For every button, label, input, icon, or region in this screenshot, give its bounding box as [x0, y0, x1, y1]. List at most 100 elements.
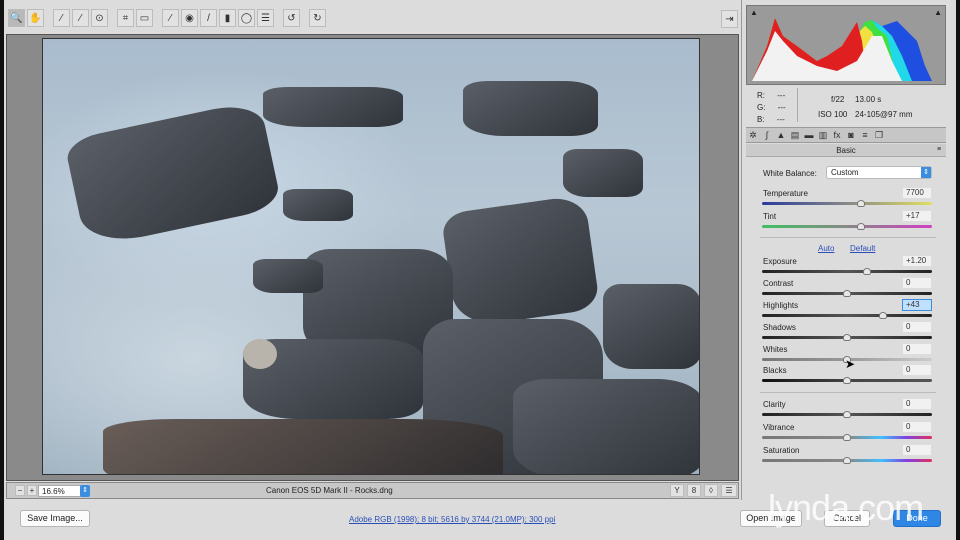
save-image-button[interactable]: Save Image... — [20, 510, 90, 527]
vibrance-slider-thumb[interactable] — [843, 434, 851, 441]
b-value: --- — [776, 115, 785, 124]
photo-preview[interactable] — [42, 38, 700, 475]
rotate-right-icon[interactable]: ↻ — [309, 9, 326, 27]
exposure-slider[interactable] — [762, 270, 932, 273]
crop-icon[interactable]: ⌗ — [117, 9, 134, 27]
lens: 24-105@97 mm — [855, 110, 913, 119]
workflow-options-link[interactable]: Adobe RGB (1998); 8 bit; 5616 by 3744 (2… — [349, 515, 555, 524]
temperature-label: Temperature — [763, 189, 808, 198]
saturation-value-field[interactable]: 0 — [902, 444, 932, 456]
white-balance-value: Custom — [831, 168, 859, 177]
zoom-in-button[interactable]: + — [27, 485, 37, 496]
contrast-slider-thumb[interactable] — [843, 290, 851, 297]
b-label: B: — [757, 115, 765, 124]
panel-menu-icon[interactable]: ≡ — [937, 146, 941, 153]
saturation-slider-thumb[interactable] — [843, 457, 851, 464]
fullscreen-button[interactable]: ⇥ — [721, 10, 738, 28]
split-toning-tab-icon[interactable]: ▬ — [802, 128, 816, 142]
straighten-icon[interactable]: ▭ — [136, 9, 153, 27]
highlight-clipping-icon[interactable]: ▲ — [934, 8, 942, 17]
tint-slider-thumb[interactable] — [856, 223, 865, 230]
highlights-value-field[interactable]: +43 — [902, 299, 932, 311]
highlights-slider-thumb[interactable] — [878, 312, 887, 319]
histogram: ▲ ▲ — [746, 5, 946, 85]
blacks-value-field[interactable]: 0 — [902, 364, 932, 376]
detail-tab-icon[interactable]: ▲ — [774, 128, 788, 142]
white-balance-label: White Balance: — [763, 169, 817, 178]
white-balance-select[interactable]: Custom ⇕ — [826, 166, 932, 179]
shadow-clipping-icon[interactable]: ▲ — [750, 8, 758, 17]
basic-tab-icon[interactable]: ✲ — [746, 128, 760, 142]
red-eye-icon[interactable]: ◉ — [181, 9, 198, 27]
default-link[interactable]: Default — [850, 244, 875, 253]
divider — [760, 237, 936, 238]
mouse-cursor-icon: ➤ — [845, 357, 856, 371]
shadows-value-field[interactable]: 0 — [902, 321, 932, 333]
targeted-adjustment-icon[interactable]: ⊙ — [91, 9, 108, 27]
vibrance-label: Vibrance — [763, 423, 795, 432]
exposure-label: Exposure — [763, 257, 797, 266]
auto-link[interactable]: Auto — [818, 244, 834, 253]
exposure-slider-thumb[interactable] — [863, 268, 872, 275]
preferences-icon[interactable]: ☰ — [257, 9, 274, 27]
tone-curve-tab-icon[interactable]: ∫ — [760, 128, 774, 142]
divider — [760, 392, 936, 393]
dropdown-arrow-icon: ⇕ — [921, 167, 931, 178]
zoom-icon[interactable]: 🔍 — [8, 9, 25, 27]
copy-settings-icon[interactable]: ◊ — [704, 484, 718, 497]
temperature-slider-thumb[interactable] — [856, 200, 865, 207]
whites-label: Whites — [763, 345, 788, 354]
graduated-filter-icon[interactable]: ▮ — [219, 9, 236, 27]
g-value: --- — [777, 103, 786, 112]
lens-corrections-tab-icon[interactable]: ▥ — [816, 128, 830, 142]
iso: ISO 100 — [818, 110, 848, 119]
swap-icon[interactable]: 8 — [687, 484, 701, 497]
presets-tab-icon[interactable]: ≡ — [858, 128, 872, 142]
clarity-slider-thumb[interactable] — [843, 411, 851, 418]
tint-slider[interactable] — [762, 225, 932, 228]
blacks-slider-thumb[interactable] — [843, 377, 851, 384]
r-label: R: — [757, 91, 765, 100]
radial-filter-icon[interactable]: ◯ — [238, 9, 255, 27]
shutter-speed: 13.00 s — [855, 95, 882, 104]
hand-icon[interactable]: ✋ — [27, 9, 44, 27]
rotate-left-icon[interactable]: ↺ — [283, 9, 300, 27]
zoom-out-button[interactable]: − — [15, 485, 25, 496]
temperature-slider[interactable] — [762, 202, 932, 205]
whites-value-field[interactable]: 0 — [902, 343, 932, 355]
spot-removal-icon[interactable]: ⁄ — [162, 9, 179, 27]
adjustment-brush-icon[interactable]: / — [200, 9, 217, 27]
before-after-icon[interactable]: Y — [670, 484, 684, 497]
blacks-label: Blacks — [763, 366, 787, 375]
panel-tabs: ✲ ∫ ▲ ▤ ▬ ▥ fx ◙ ≡ ❐ — [746, 127, 946, 143]
shadows-slider-thumb[interactable] — [843, 334, 851, 341]
panel-title: Basic — [746, 144, 946, 157]
color-sampler-icon[interactable]: ⁄ — [72, 9, 89, 27]
toolbar: 🔍 ✋ ⁄ ⁄ ⊙ ⌗ ▭ ⁄ ◉ / ▮ ◯ ☰ ↺ ↻ — [8, 9, 326, 29]
tint-value-field[interactable]: +17 — [902, 210, 932, 222]
vibrance-value-field[interactable]: 0 — [902, 421, 932, 433]
contrast-label: Contrast — [763, 279, 794, 288]
contrast-value-field[interactable]: 0 — [902, 277, 932, 289]
aperture: f/22 — [831, 95, 845, 104]
hsl-tab-icon[interactable]: ▤ — [788, 128, 802, 142]
g-label: G: — [757, 103, 766, 112]
shadows-label: Shadows — [763, 323, 796, 332]
zoom-dropdown-icon[interactable]: ⇕ — [80, 485, 90, 497]
toggle-settings-icon[interactable]: ☰ — [721, 484, 737, 497]
highlights-label: Highlights — [763, 301, 799, 310]
lynda-watermark: lynda.com — [768, 487, 924, 528]
white-balance-icon[interactable]: ⁄ — [53, 9, 70, 27]
zoom-level-field[interactable]: 16.6% — [38, 485, 86, 497]
exposure-value-field[interactable]: +1.20 — [902, 255, 932, 267]
highlights-slider[interactable] — [762, 314, 932, 317]
snapshots-tab-icon[interactable]: ❐ — [872, 128, 886, 142]
saturation-label: Saturation — [763, 446, 800, 455]
rgb-readout: R: --- G: --- B: --- — [757, 90, 786, 126]
filename-label: Canon EOS 5D Mark II - Rocks.dng — [266, 486, 393, 495]
effects-tab-icon[interactable]: fx — [830, 128, 844, 142]
clarity-value-field[interactable]: 0 — [902, 398, 932, 410]
camera-calibration-tab-icon[interactable]: ◙ — [844, 128, 858, 142]
clarity-label: Clarity — [763, 400, 786, 409]
temperature-value-field[interactable]: 7700 — [902, 187, 932, 199]
